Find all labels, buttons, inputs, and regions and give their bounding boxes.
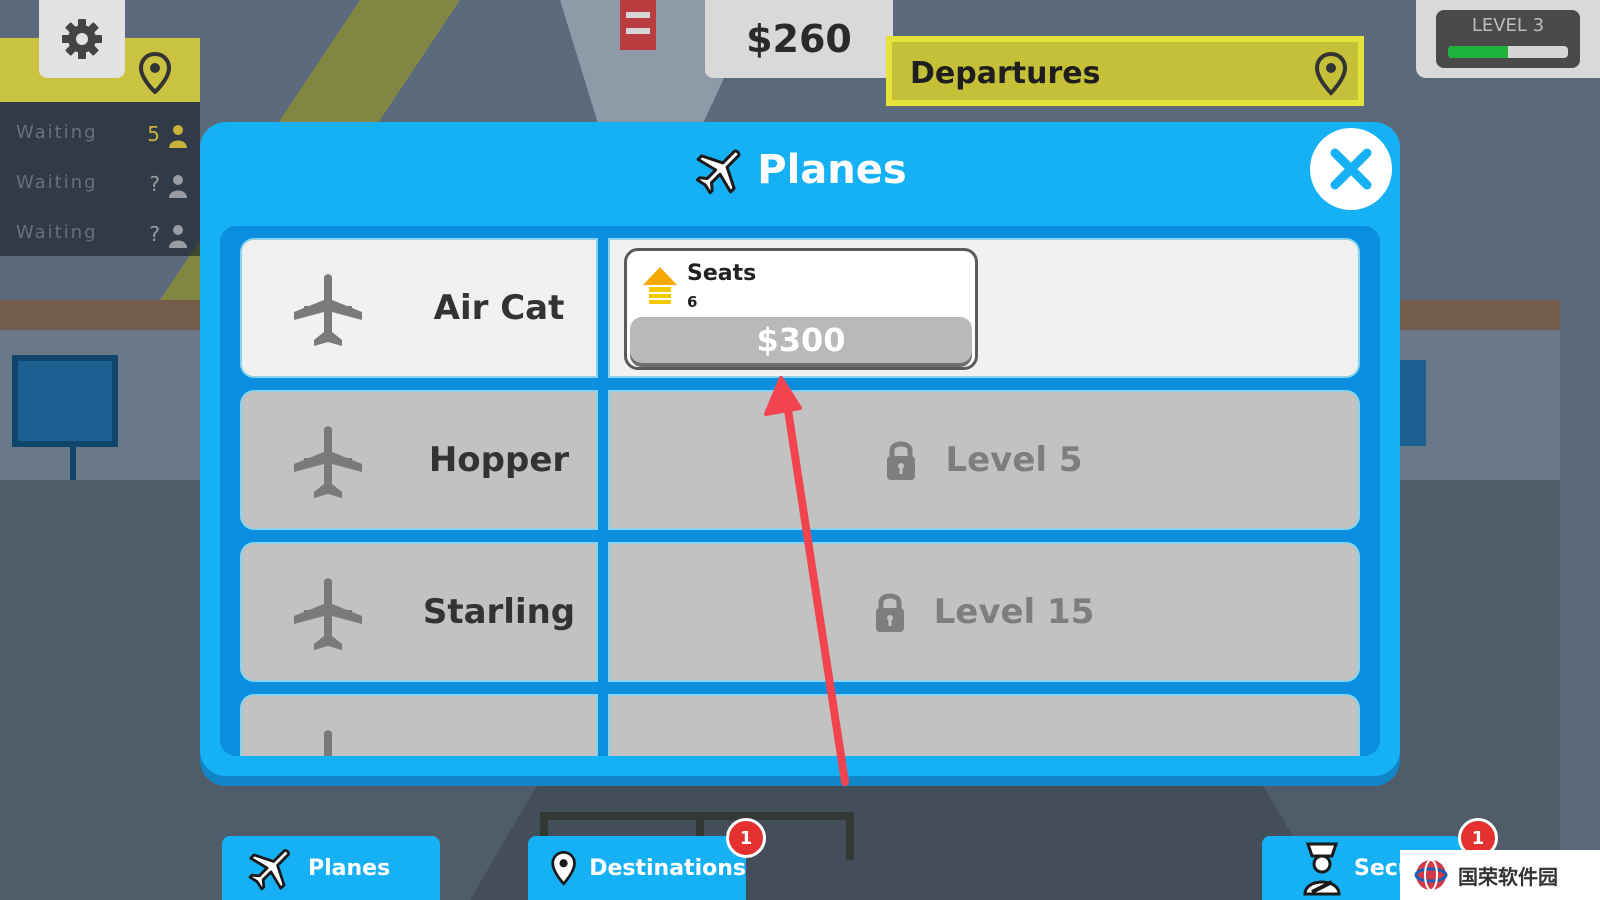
badge-count: 1: [1471, 827, 1485, 849]
plane-name: Starling: [422, 592, 576, 632]
seats-upgrade-card[interactable]: Seats 6 $300: [624, 248, 978, 370]
notification-badge: 1: [726, 818, 766, 858]
waiting-label: Waiting: [16, 172, 98, 193]
globe-logo-icon: [1414, 859, 1448, 891]
waiting-count: ?: [149, 222, 162, 246]
person-icon: [169, 125, 187, 148]
buy-upgrade-button[interactable]: $300: [630, 317, 972, 363]
waiting-row: Waiting ?: [16, 222, 200, 262]
airplane-icon: [294, 578, 362, 650]
locked-indicator: Level 15: [874, 590, 1095, 634]
plane-detail-cell: [608, 694, 1360, 756]
airplane-icon: [294, 426, 362, 498]
close-icon: [1330, 148, 1372, 190]
upgrade-arrow-icon: [643, 267, 677, 304]
person-icon: [169, 175, 187, 198]
lock-icon: [875, 593, 904, 632]
airplane-icon: [324, 730, 332, 756]
tab-label: Destinations: [589, 855, 746, 881]
planes-list[interactable]: Air Cat Seats 6 $300 Hopper Level 5 Star…: [220, 226, 1380, 756]
plane-row-starling: Starling Level 15: [240, 542, 1360, 682]
upgrade-label: Seats: [687, 261, 757, 286]
airplane-icon: [248, 849, 290, 891]
gear-icon: [62, 19, 102, 59]
plane-row-air-cat: Air Cat Seats 6 $300: [240, 238, 1360, 378]
badge-count: 1: [739, 827, 753, 849]
security-officer-icon: [1303, 842, 1341, 896]
waiting-count: ?: [149, 172, 162, 196]
map-pin-icon: [551, 850, 576, 886]
close-button[interactable]: [1310, 128, 1392, 210]
level-panel: LEVEL 3: [1436, 10, 1580, 68]
upgrade-value: 6: [687, 293, 698, 311]
plane-name-cell: Hopper: [240, 390, 598, 530]
watermark: 国荣软件园: [1400, 850, 1600, 900]
departures-board: Departures: [886, 36, 1364, 106]
waiting-label: Waiting: [16, 122, 98, 143]
settings-button[interactable]: [39, 0, 125, 78]
plane-name: Air Cat: [433, 288, 565, 328]
waiting-row: Waiting 5: [16, 122, 200, 162]
unlock-level-label: Level 15: [933, 592, 1095, 632]
modal-title: Planes: [200, 140, 1400, 200]
plane-detail-cell: Seats 6 $300: [608, 238, 1360, 378]
airplane-icon: [294, 274, 362, 346]
watermark-text: 国荣软件园: [1458, 864, 1558, 889]
upgrade-price: $300: [756, 321, 846, 359]
waiting-row: Waiting ?: [16, 172, 200, 212]
money-display: $260: [705, 0, 893, 78]
tab-planes[interactable]: Planes: [222, 836, 440, 900]
money-amount: $260: [746, 17, 852, 61]
person-icon: [169, 225, 187, 248]
plane-row-partial: [240, 694, 1360, 756]
level-progress-bar: [1448, 46, 1568, 58]
level-progress-fill: [1448, 46, 1508, 58]
plane-detail-cell: Level 5: [608, 390, 1360, 530]
planes-modal: Planes Air Cat Seats 6 $300 Hopper Level…: [200, 122, 1400, 776]
map-pin-icon: [1314, 52, 1348, 96]
plane-name-cell: [240, 694, 598, 756]
waiting-count: 5: [147, 122, 162, 146]
plane-name: Hopper: [428, 440, 570, 480]
lock-icon: [887, 441, 916, 480]
tab-destinations[interactable]: Destinations: [528, 836, 746, 900]
level-label: LEVEL 3: [1471, 15, 1545, 36]
plane-row-hopper: Hopper Level 5: [240, 390, 1360, 530]
unlock-level-label: Level 5: [945, 440, 1083, 480]
airplane-icon: [696, 149, 741, 195]
tab-label: Planes: [308, 855, 391, 881]
plane-name-cell: Starling: [240, 542, 598, 682]
locked-indicator: Level 5: [885, 438, 1083, 482]
level-indicator: LEVEL 3: [1416, 0, 1600, 78]
plane-name-cell: Air Cat: [240, 238, 598, 378]
plane-detail-cell: Level 15: [608, 542, 1360, 682]
map-pin-icon: [138, 52, 172, 94]
modal-title-text: Planes: [757, 147, 907, 193]
departures-label: Departures: [910, 56, 1101, 91]
waiting-label: Waiting: [16, 222, 98, 243]
